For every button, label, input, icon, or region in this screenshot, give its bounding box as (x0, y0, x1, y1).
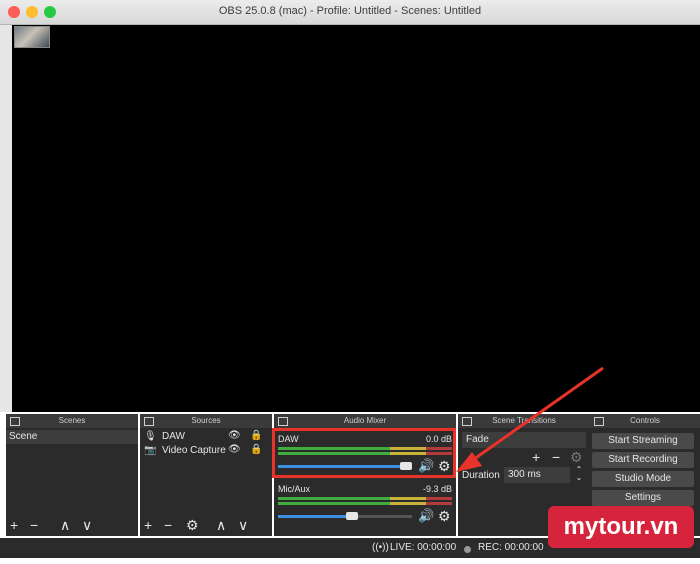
sources-dock: Sources 🎙 DAW 👁 🔒 📷 Video Capture 👁 🔒 + … (140, 414, 272, 536)
scene-move-down-button[interactable]: ∨ (82, 518, 92, 532)
preview-canvas[interactable] (12, 25, 700, 412)
dock-float-icon[interactable] (10, 417, 20, 426)
scenes-header: Scenes (6, 414, 138, 428)
remove-scene-button[interactable]: − (30, 518, 38, 532)
rec-timer: REC: 00:00:00 (478, 542, 544, 553)
source-properties-gear-icon[interactable]: ⚙ (186, 518, 199, 532)
add-scene-button[interactable]: + (10, 518, 18, 532)
lock-icon[interactable]: 🔒 (250, 444, 262, 455)
camera-icon: 📷 (144, 445, 157, 456)
speaker-icon[interactable]: 🔊 (418, 508, 434, 524)
lock-icon[interactable]: 🔒 (250, 430, 262, 441)
video-capture-thumbnail (14, 26, 50, 48)
source-move-down-button[interactable]: ∨ (238, 518, 248, 532)
audio-settings-gear-icon[interactable]: ⚙ (438, 509, 451, 523)
level-meter-red (426, 502, 452, 505)
volume-slider-handle[interactable] (346, 512, 358, 520)
highlight-box (272, 428, 456, 478)
settings-button[interactable]: Settings (592, 490, 694, 506)
remove-source-button[interactable]: − (164, 518, 172, 532)
visibility-eye-icon[interactable]: 👁 (228, 444, 241, 455)
microphone-icon: 🎙 (144, 431, 157, 442)
dock-float-icon[interactable] (278, 417, 288, 426)
scene-list-item[interactable]: Scene (6, 430, 138, 444)
audio-mixer-header: Audio Mixer (274, 414, 456, 428)
level-meter-yellow (390, 497, 426, 500)
scenes-dock: Scenes Scene + − ∧ ∨ (6, 414, 138, 536)
visibility-eye-icon[interactable]: 👁 (228, 430, 241, 441)
add-source-button[interactable]: + (144, 518, 152, 532)
level-meter-green (278, 502, 390, 505)
watermark-logo: mytour.vn (548, 506, 694, 548)
left-edge (0, 25, 12, 412)
window-title: OBS 25.0.8 (mac) - Profile: Untitled - S… (218, 5, 482, 17)
source-move-up-button[interactable]: ∧ (216, 518, 226, 532)
rec-indicator-icon (464, 546, 471, 553)
scene-move-up-button[interactable]: ∧ (60, 518, 70, 532)
level-meter-yellow (390, 502, 426, 505)
source-item-video-capture[interactable]: Video Capture (162, 445, 226, 456)
title-bar: OBS 25.0.8 (mac) - Profile: Untitled - S… (0, 0, 700, 25)
source-item-daw[interactable]: DAW (162, 431, 185, 442)
track-name: Mic/Aux (278, 484, 311, 494)
dock-float-icon[interactable] (144, 417, 154, 426)
track-db-readout: -9.3 dB (422, 484, 452, 494)
sources-header: Sources (140, 414, 272, 428)
live-broadcast-icon: ((•)) (372, 542, 389, 553)
level-meter-red (426, 497, 452, 500)
level-meter-green (278, 497, 390, 500)
live-timer: LIVE: 00:00:00 (390, 542, 457, 553)
annotation-arrow (456, 366, 604, 472)
